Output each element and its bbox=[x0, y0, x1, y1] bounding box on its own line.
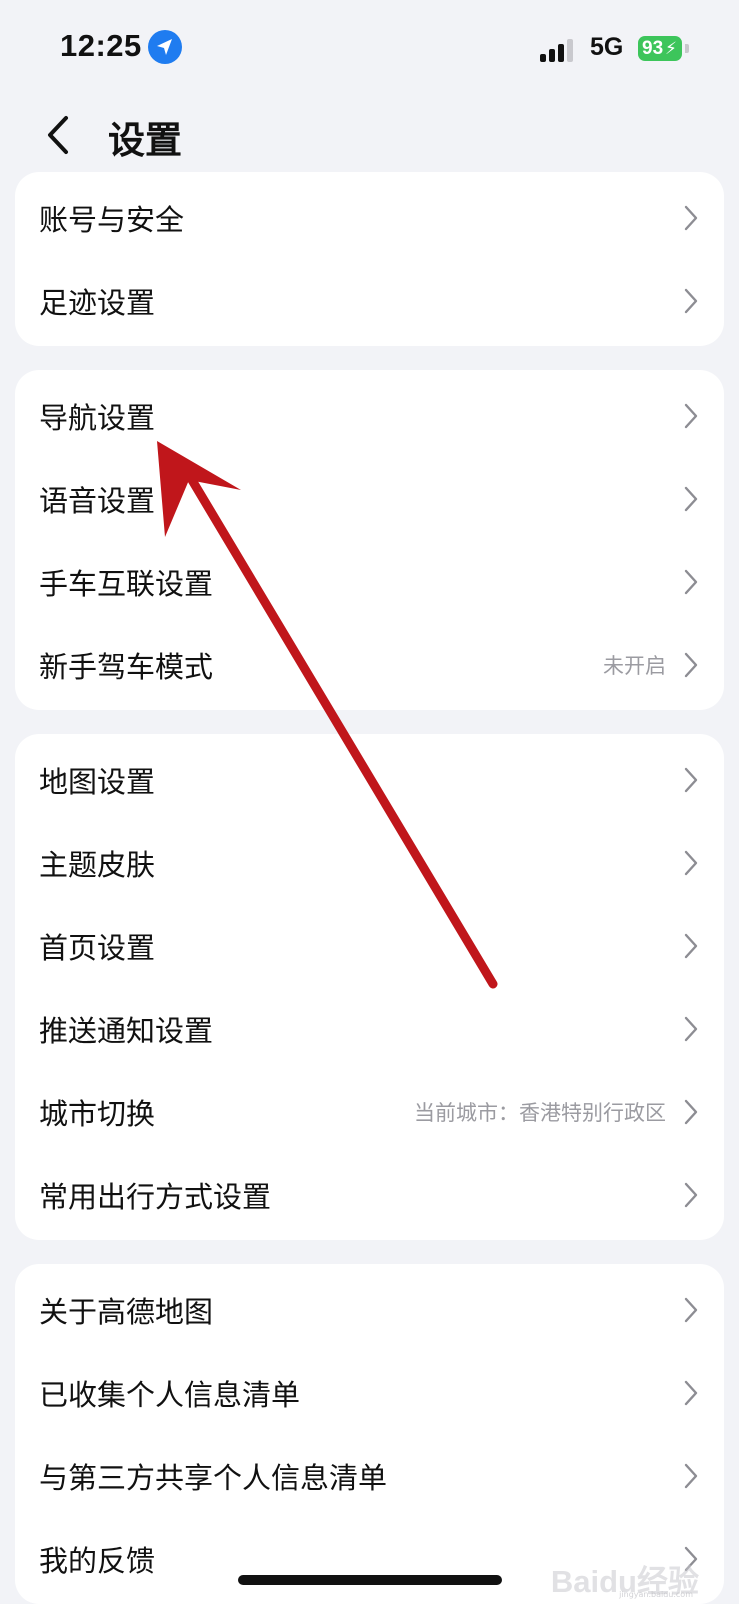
settings-row-label: 我的反馈 bbox=[39, 1543, 156, 1578]
network-type: 5G bbox=[590, 33, 624, 61]
settings-row[interactable]: 导航设置 bbox=[15, 374, 724, 457]
settings-row[interactable]: 推送通知设置 bbox=[15, 987, 724, 1070]
chevron-right-icon bbox=[684, 1099, 698, 1124]
settings-group-3: 地图设置主题皮肤首页设置推送通知设置 城市切换 当前城市：香港特别行政区常用出行方式… bbox=[15, 734, 724, 1240]
settings-row[interactable]: 足迹设置 bbox=[15, 259, 724, 342]
battery-tip bbox=[685, 44, 689, 53]
settings-row-label: 语音设置 bbox=[39, 483, 156, 518]
settings-group-2: 导航设置语音设置手车互联设置 新手驾车模式 未开启 bbox=[15, 370, 724, 710]
settings-row-label: 手车互联设置 bbox=[39, 566, 214, 601]
settings-row-label: 城市切换 bbox=[39, 1096, 156, 1131]
settings-group-4: 关于高德地图已收集个人信息清单与第三方共享个人信息清单 我的反馈 bbox=[15, 1264, 724, 1604]
chevron-right-icon bbox=[684, 205, 698, 230]
settings-row[interactable]: 新手驾车模式 未开启 bbox=[15, 623, 724, 706]
settings-row[interactable]: 账号与安全 bbox=[15, 176, 724, 259]
settings-row[interactable]: 与第三方共享个人信息清单 bbox=[15, 1434, 724, 1517]
settings-group-1: 账号与安全 足迹设置 bbox=[15, 172, 724, 346]
location-arrow-icon bbox=[148, 30, 182, 64]
chevron-right-icon bbox=[684, 767, 698, 792]
settings-row-label: 与第三方共享个人信息清单 bbox=[39, 1460, 388, 1495]
settings-row[interactable]: 手车互联设置 bbox=[15, 540, 724, 623]
chevron-right-icon bbox=[684, 1463, 698, 1488]
status-time: 12:25 bbox=[60, 28, 142, 63]
page-title: 设置 bbox=[108, 119, 182, 162]
chevron-right-icon bbox=[684, 1182, 698, 1207]
settings-row-label: 首页设置 bbox=[39, 930, 156, 965]
settings-row-label: 推送通知设置 bbox=[39, 1013, 214, 1048]
settings-row[interactable]: 城市切换 当前城市：香港特别行政区 bbox=[15, 1070, 724, 1153]
signal-bars-icon bbox=[540, 38, 576, 62]
battery-level: 93 bbox=[642, 38, 664, 59]
settings-row-label: 足迹设置 bbox=[39, 285, 156, 320]
settings-row-label: 已收集个人信息清单 bbox=[39, 1377, 301, 1412]
chevron-right-icon bbox=[684, 652, 698, 677]
settings-row-label: 新手驾车模式 bbox=[39, 649, 214, 684]
settings-row[interactable]: 地图设置 bbox=[15, 738, 724, 821]
chevron-right-icon bbox=[684, 1016, 698, 1041]
settings-row[interactable]: 主题皮肤 bbox=[15, 821, 724, 904]
back-button[interactable] bbox=[40, 108, 80, 158]
chevron-right-icon bbox=[684, 569, 698, 594]
charging-bolt-icon: ⚡ bbox=[665, 39, 677, 58]
chevron-right-icon bbox=[684, 850, 698, 875]
settings-row[interactable]: 已收集个人信息清单 bbox=[15, 1351, 724, 1434]
chevron-right-icon bbox=[684, 403, 698, 428]
settings-row[interactable]: 语音设置 bbox=[15, 457, 724, 540]
settings-row-value: 当前城市：香港特别行政区 bbox=[414, 1100, 666, 1125]
chevron-right-icon bbox=[684, 1380, 698, 1405]
nav-bar: 设置 bbox=[0, 100, 739, 170]
settings-row[interactable]: 关于高德地图 bbox=[15, 1268, 724, 1351]
chevron-right-icon bbox=[684, 288, 698, 313]
settings-row-label: 关于高德地图 bbox=[39, 1294, 214, 1329]
settings-row-label: 账号与安全 bbox=[39, 202, 185, 237]
home-indicator[interactable] bbox=[238, 1575, 502, 1585]
settings-row-label: 导航设置 bbox=[39, 400, 156, 435]
settings-row[interactable]: 首页设置 bbox=[15, 904, 724, 987]
settings-row[interactable]: 常用出行方式设置 bbox=[15, 1153, 724, 1236]
battery-charging-icon: 93 ⚡ bbox=[638, 36, 682, 61]
settings-row-label: 主题皮肤 bbox=[39, 847, 156, 882]
chevron-right-icon bbox=[684, 933, 698, 958]
chevron-right-icon bbox=[684, 1297, 698, 1322]
settings-row-value: 未开启 bbox=[603, 653, 666, 678]
settings-row-label: 地图设置 bbox=[39, 764, 156, 799]
watermark-url: jingyan.baidu.com bbox=[619, 1590, 693, 1599]
chevron-left-icon bbox=[48, 116, 68, 154]
settings-row-label: 常用出行方式设置 bbox=[39, 1179, 272, 1214]
chevron-right-icon bbox=[684, 486, 698, 511]
status-bar: 12:25 5G 93 ⚡ bbox=[0, 0, 739, 100]
